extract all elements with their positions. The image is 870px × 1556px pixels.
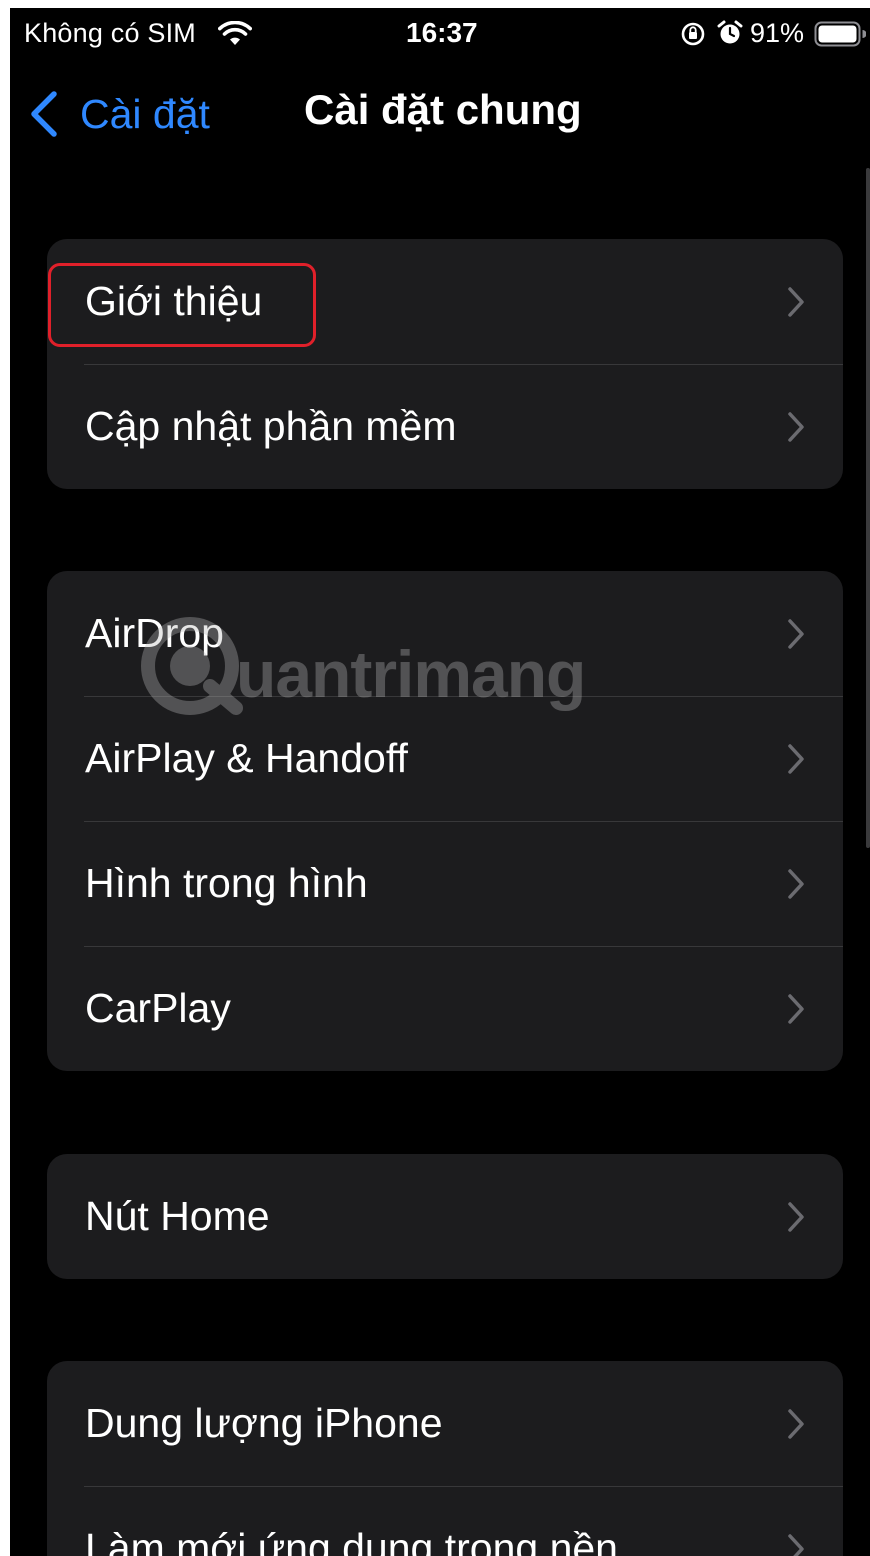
chevron-right-icon: [788, 411, 804, 442]
back-button[interactable]: Cài đặt: [28, 82, 210, 146]
settings-group-home-button: Nút Home: [47, 1154, 843, 1279]
page-title: Cài đặt chung: [304, 86, 582, 133]
list-item-picture-in-picture[interactable]: Hình trong hình: [47, 821, 843, 946]
chevron-right-icon: [788, 1201, 804, 1232]
list-item-background-app-refresh[interactable]: Làm mới ứng dụng trong nền: [47, 1486, 843, 1556]
list-item-carplay[interactable]: CarPlay: [47, 946, 843, 1071]
alarm-icon: [717, 20, 743, 44]
chevron-right-icon: [788, 1533, 804, 1556]
list-item-airdrop[interactable]: AirDrop: [47, 571, 843, 696]
settings-group-storage: Dung lượng iPhone Làm mới ứng dụng trong…: [47, 1361, 843, 1556]
phone-screen: Không có SIM 16:37 91% Cài đặt Cài đặt c…: [10, 8, 870, 1556]
battery-icon: [814, 21, 866, 47]
list-item-label: AirDrop: [85, 610, 224, 656]
clock: 16:37: [406, 17, 478, 48]
wifi-icon: [218, 21, 252, 45]
settings-group-connectivity: AirDrop AirPlay & Handoff Hình trong hìn…: [47, 571, 843, 1071]
lock-rotation-icon: [681, 22, 705, 46]
chevron-right-icon: [788, 993, 804, 1024]
carrier-label: Không có SIM: [24, 18, 196, 48]
chevron-right-icon: [788, 868, 804, 899]
list-item-label: CarPlay: [85, 985, 231, 1031]
highlight-annotation: [48, 263, 316, 347]
list-item-label: Hình trong hình: [85, 860, 368, 906]
list-item-label: Làm mới ứng dụng trong nền: [85, 1525, 618, 1556]
list-item-label: Cập nhật phần mềm: [85, 403, 457, 449]
chevron-right-icon: [788, 618, 804, 649]
list-item-label: Nút Home: [85, 1193, 270, 1239]
navigation-bar: Cài đặt Cài đặt chung: [10, 68, 870, 168]
status-bar: Không có SIM 16:37 91%: [10, 8, 870, 60]
scrollbar[interactable]: [866, 168, 870, 848]
list-item-software-update[interactable]: Cập nhật phần mềm: [47, 364, 843, 489]
battery-percentage: 91%: [750, 18, 805, 48]
chevron-right-icon: [788, 743, 804, 774]
list-item-home-button[interactable]: Nút Home: [47, 1154, 843, 1279]
list-item-label: AirPlay & Handoff: [85, 735, 408, 781]
chevron-right-icon: [788, 286, 804, 317]
list-item-label: Dung lượng iPhone: [85, 1400, 443, 1446]
chevron-right-icon: [788, 1408, 804, 1439]
list-item-airplay-handoff[interactable]: AirPlay & Handoff: [47, 696, 843, 821]
list-item-iphone-storage[interactable]: Dung lượng iPhone: [47, 1361, 843, 1486]
chevron-left-icon: [31, 91, 57, 137]
back-button-label: Cài đặt: [80, 90, 210, 137]
